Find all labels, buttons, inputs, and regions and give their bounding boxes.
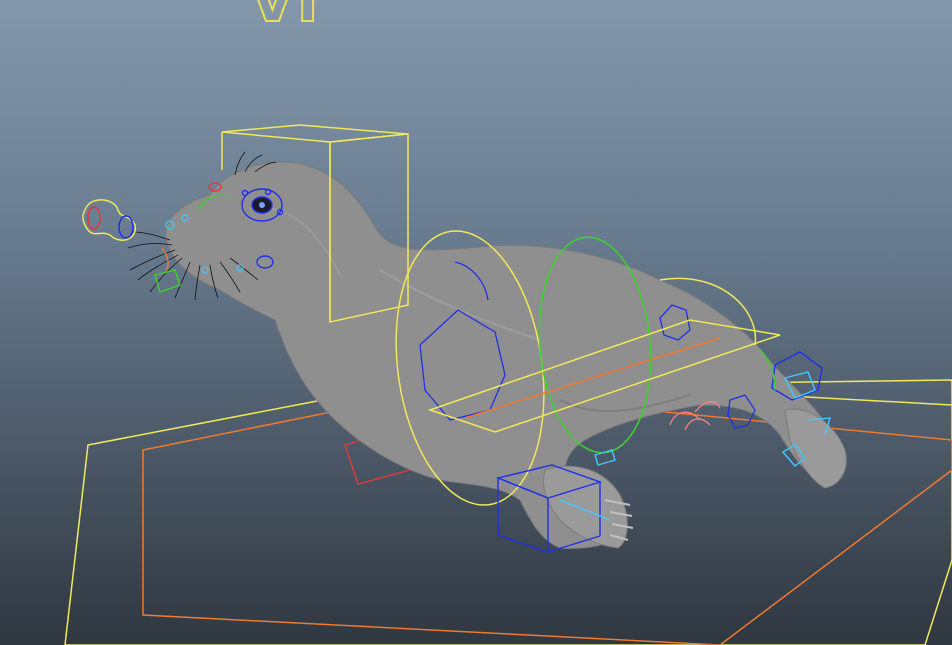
maya-viewport[interactable]: VI (0, 0, 952, 645)
scene-canvas[interactable] (0, 0, 952, 645)
nose-control[interactable] (82, 199, 136, 241)
